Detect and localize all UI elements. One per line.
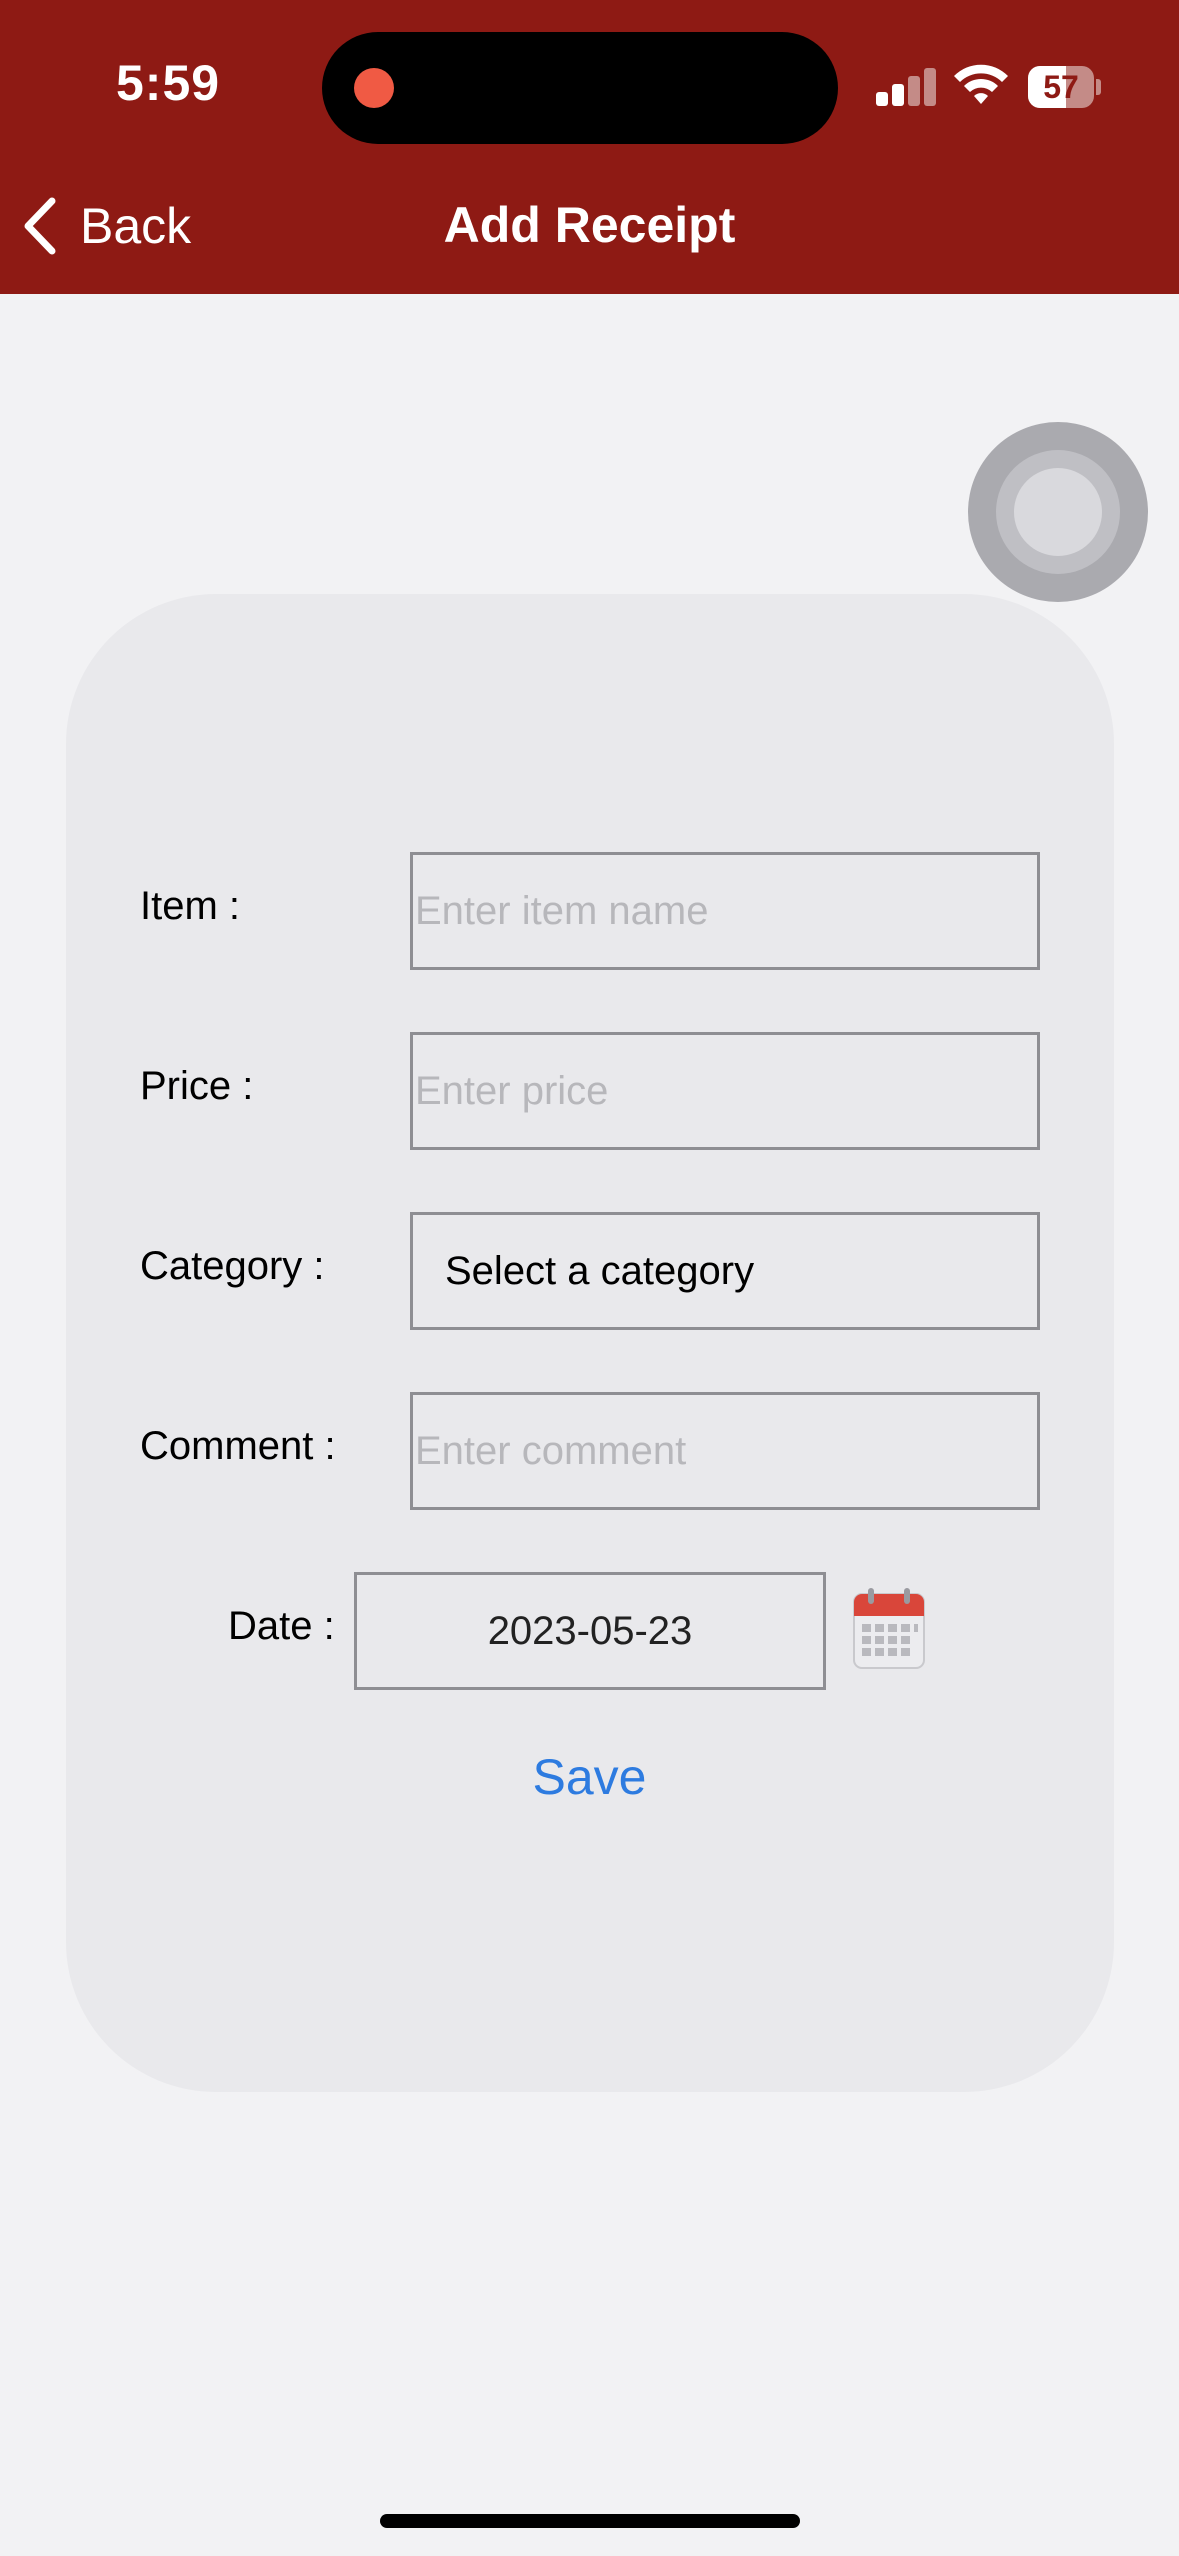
item-field-box [410,852,1040,970]
receipt-form-card [66,594,1114,2092]
battery-icon: 57 [1028,66,1101,108]
status-time: 5:59 [116,55,221,111]
dynamic-island [322,32,838,144]
page-title: Add Receipt [443,197,736,253]
category-label: Category : [140,1244,325,1288]
comment-label: Comment : [140,1424,336,1468]
home-indicator[interactable] [380,2514,800,2528]
item-name-input[interactable] [413,855,1037,967]
item-label: Item : [140,884,241,928]
comment-input[interactable] [413,1395,1037,1507]
recording-indicator-icon [354,68,394,108]
navigation-header: 5:59 57 Back Add Receipt [0,0,1179,294]
cellular-signal-icon [876,66,936,106]
price-label: Price : [140,1064,254,1108]
date-field[interactable]: 2023-05-23 [354,1572,826,1690]
save-button[interactable]: Save [0,1748,1179,1806]
price-field-box [410,1032,1040,1150]
category-select-value: Select a category [445,1248,755,1293]
calendar-icon[interactable] [852,1586,926,1670]
battery-percentage: 57 [1043,69,1079,105]
date-value: 2023-05-23 [487,1608,693,1653]
category-select[interactable]: Select a category [410,1212,1040,1330]
wifi-icon [954,64,1008,104]
date-label: Date : [228,1604,335,1648]
assistive-touch-button[interactable] [968,422,1148,602]
price-input[interactable] [413,1035,1037,1147]
comment-field-box [410,1392,1040,1510]
